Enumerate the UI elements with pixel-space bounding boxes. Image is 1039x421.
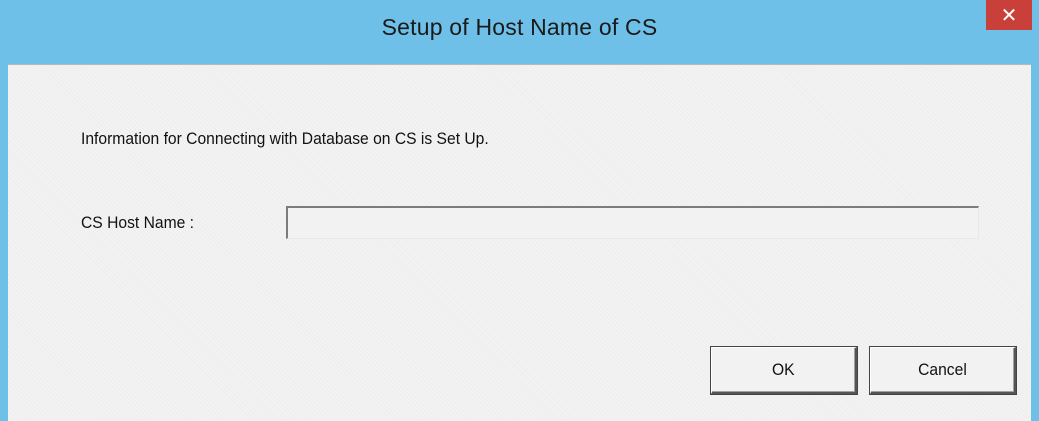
- ok-button[interactable]: OK: [711, 347, 857, 394]
- cancel-button[interactable]: Cancel: [870, 347, 1016, 394]
- ok-button-label: OK: [772, 360, 795, 379]
- cancel-button-label: Cancel: [918, 360, 967, 379]
- dialog-window: Setup of Host Name of CS ✕ Information f…: [0, 0, 1039, 421]
- close-icon: ✕: [1000, 4, 1018, 27]
- close-button[interactable]: ✕: [986, 0, 1032, 30]
- host-name-label: CS Host Name :: [81, 213, 194, 232]
- title-bar[interactable]: Setup of Host Name of CS ✕: [0, 0, 1039, 64]
- host-name-input[interactable]: [286, 206, 979, 239]
- window-title: Setup of Host Name of CS: [381, 14, 658, 40]
- dialog-body: Information for Connecting with Database…: [8, 64, 1031, 421]
- info-text: Information for Connecting with Database…: [81, 129, 489, 148]
